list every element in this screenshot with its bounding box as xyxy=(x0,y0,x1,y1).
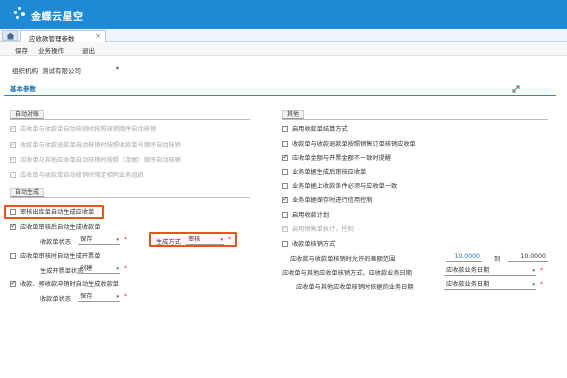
tolerance-label: 应收款与收款单核销时允许的差额范围 xyxy=(290,256,396,263)
checkbox-label: 应收单与其他应收单自动核销时按照（单据）顺序自动核销 xyxy=(20,157,181,164)
checkbox-box[interactable] xyxy=(282,241,288,247)
checkbox-label: 业务单据生成后审核应收单 xyxy=(292,169,367,176)
receipt-status-select[interactable]: 保存 ▾ xyxy=(78,236,120,245)
row2-select[interactable]: 应收款业务日期 ▾ xyxy=(444,267,536,276)
checkbox-label: 启用收款计划 xyxy=(292,212,330,219)
chevron-down-icon[interactable]: ▾ xyxy=(116,65,119,72)
row2-label: 应收单与其他应收单核销方式，应收款业务日期 xyxy=(282,270,412,277)
checkbox-label: 应收单金额与开票金额不一致时提醒 xyxy=(292,155,391,162)
checkbox-box[interactable] xyxy=(282,141,288,147)
field-label: 收款单状态 xyxy=(40,239,71,246)
select-value: 审核 xyxy=(188,236,201,243)
exit-button[interactable]: 退出 xyxy=(82,45,95,55)
checkbox-label: 应收单与收款单自动核销时按照核销顺序自动核销 xyxy=(20,126,157,133)
checkbox-label: 业务单据保存时进行信用控制 xyxy=(292,197,373,204)
chevron-down-icon: ▾ xyxy=(116,237,119,243)
toolbar: 保存 业务操作 退出 xyxy=(0,42,567,56)
row3-label: 应收单与其他应收单核销时依据的业务日期 xyxy=(296,284,414,291)
select-value: 保存 xyxy=(80,236,93,243)
checkbox-box[interactable] xyxy=(10,172,16,178)
field-label: 生成方式 xyxy=(156,239,181,246)
checkbox-box[interactable] xyxy=(10,155,16,163)
checkbox-box[interactable] xyxy=(10,140,16,148)
checkbox-label: 收款单核销方式 xyxy=(292,241,336,248)
tolerance-to-input[interactable]: 10.0000 xyxy=(508,253,548,262)
checkbox-box[interactable] xyxy=(282,183,288,189)
checkbox-box[interactable] xyxy=(282,224,288,232)
checkbox-box[interactable] xyxy=(282,153,288,161)
checkbox-label: 启用销售单执行，控制 xyxy=(292,226,354,233)
checkbox-box[interactable] xyxy=(10,279,16,287)
select-value: 创建 xyxy=(80,265,93,272)
app-logo-text: 金蝶云星空 xyxy=(31,12,84,23)
select-value: 应收款业务日期 xyxy=(446,281,490,288)
app-header: 金蝶云星空 xyxy=(0,0,567,29)
chevron-down-icon: ▾ xyxy=(532,268,535,274)
checkbox-label: 收款单与收款退款单自动核销时按照收款单号顺序自动核销 xyxy=(20,142,181,149)
checkbox-label: 启用收款单结算方式 xyxy=(292,126,348,133)
checkbox-box[interactable] xyxy=(282,212,288,218)
org-label: 组织机构 xyxy=(12,67,38,75)
org-select[interactable]: 测试有限公司 xyxy=(42,65,81,75)
select-value: 保存 xyxy=(80,293,93,300)
highlight-box xyxy=(4,205,104,219)
required-marker: * xyxy=(540,267,543,274)
chevron-down-icon: ▾ xyxy=(532,282,535,288)
section-tab-basic[interactable]: 基本参数 xyxy=(4,84,42,95)
required-marker: * xyxy=(540,281,543,288)
group-divider xyxy=(282,119,548,120)
required-marker: * xyxy=(124,236,127,243)
invoice-status-select[interactable]: 创建 ▾ xyxy=(78,265,120,274)
checkbox-box[interactable] xyxy=(282,195,288,203)
tolerance-separator: 到 xyxy=(494,256,501,263)
checkbox-label: 收款单与收款退款单按照销售订单核销应收单 xyxy=(292,141,416,148)
tab-ar-parameters[interactable]: 应收款管理参数 × xyxy=(20,30,106,43)
group-divider xyxy=(10,119,250,120)
group-title-auto-generate: 自动生成 xyxy=(10,188,45,197)
select-value: 应收款业务日期 xyxy=(446,267,490,274)
section-divider xyxy=(4,95,556,96)
checkbox-box[interactable] xyxy=(10,222,16,230)
checkbox-label: 应收单审核时自动生成开票单 xyxy=(20,253,101,260)
offset-receipt-status-select[interactable]: 保存 ▾ xyxy=(78,293,120,302)
field-label: 收款单状态 xyxy=(40,296,71,303)
close-icon[interactable]: × xyxy=(95,32,101,40)
business-operation-button[interactable]: 业务操作 xyxy=(38,45,64,55)
group-title-auto-reconcile: 自动对账 xyxy=(10,110,45,119)
required-marker: * xyxy=(124,293,127,300)
chevron-down-icon: ▾ xyxy=(220,237,223,243)
chevron-down-icon: ▾ xyxy=(116,294,119,300)
group-title-other: 其他 xyxy=(282,110,305,119)
checkbox-label: 应收单与收款单自动核销时限定相同业务组织 xyxy=(20,172,144,179)
checkbox-label: 应收单审核后自动生成收款单 xyxy=(20,224,101,231)
required-marker: * xyxy=(124,265,127,272)
expand-icon[interactable] xyxy=(512,85,520,93)
row3-select[interactable]: 应收款业务日期 ▾ xyxy=(444,281,536,290)
home-tab[interactable] xyxy=(2,30,18,41)
save-button[interactable]: 保存 xyxy=(15,45,28,55)
generate-mode-select[interactable]: 审核 ▾ xyxy=(186,236,224,245)
tab-bar: 应收款管理参数 × xyxy=(0,29,567,43)
group-divider xyxy=(10,197,250,198)
chevron-down-icon: ▾ xyxy=(116,266,119,272)
required-marker: * xyxy=(228,236,231,243)
checkbox-label: 收款、预收款冲销时自动生成收款单 xyxy=(20,281,119,288)
home-icon xyxy=(6,32,15,40)
checkbox-label: 业务单据上收款条件必须与应收单一致 xyxy=(292,183,398,190)
checkbox-box[interactable] xyxy=(10,124,16,132)
logo-icon xyxy=(14,7,26,21)
tolerance-from-input[interactable]: 10.0000 xyxy=(446,253,482,262)
field-label: 生成开票单状态 xyxy=(40,268,84,275)
checkbox-box[interactable] xyxy=(282,169,288,175)
checkbox-box[interactable] xyxy=(10,253,16,259)
checkbox-box[interactable] xyxy=(282,126,288,132)
